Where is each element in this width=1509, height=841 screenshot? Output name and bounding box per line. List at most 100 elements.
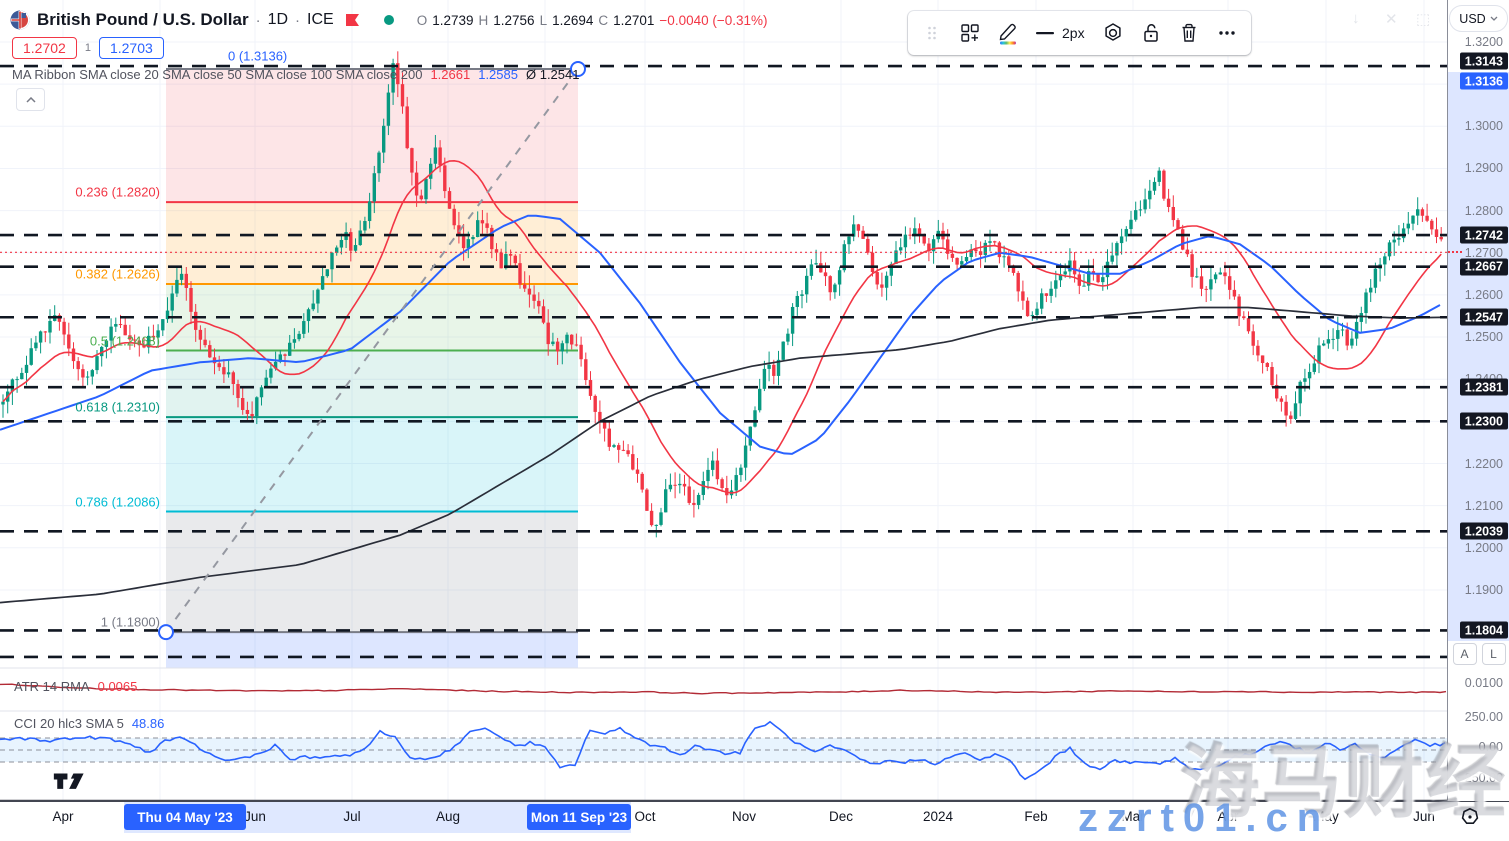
fib-level-label: 0.382 (1.2626) xyxy=(8,266,160,281)
ma-ribbon-sma20-value: 1.2661 xyxy=(430,67,470,82)
fib-level-label: 0.236 (1.2820) xyxy=(8,185,160,200)
collapse-legend-button[interactable] xyxy=(16,88,45,111)
color-picker-pencil-icon[interactable] xyxy=(990,15,1026,51)
time-tick-jun: Jun xyxy=(244,809,266,824)
low-label: L xyxy=(540,13,548,28)
currency-label: USD xyxy=(1459,12,1485,26)
drawing-anchor-handle xyxy=(159,625,173,639)
buy-button[interactable]: 1.2703 xyxy=(99,37,164,59)
time-tick-apr: Apr xyxy=(52,809,73,824)
fib-level-label: 0 (1.3136) xyxy=(228,49,287,64)
date-range-badge[interactable]: Mon 11 Sep '23 xyxy=(527,804,631,830)
interval-label[interactable]: 1D xyxy=(268,11,288,29)
ghost-down-arrow-icon[interactable]: ↓ xyxy=(1352,10,1360,27)
axis-a-button[interactable]: A xyxy=(1453,643,1477,665)
price-tick: 1.2000 xyxy=(1465,541,1503,555)
line-width-value: 2px xyxy=(1062,25,1085,41)
axis-settings-gear-icon[interactable] xyxy=(1458,806,1482,828)
atr-label: ATR 14 RMA xyxy=(14,679,90,694)
cci-label: CCI 20 hlc3 SMA 5 xyxy=(14,716,124,731)
high-label: H xyxy=(479,13,489,28)
axis-button-strip: AL xyxy=(1448,641,1509,667)
price-tick: 1.1900 xyxy=(1465,583,1503,597)
time-tick-may: May xyxy=(1313,809,1339,824)
price-level-label: 1.1804 xyxy=(1460,622,1508,639)
symbol-header: British Pound / U.S. Dollar · 1D · ICE O… xyxy=(10,7,768,33)
price-tick: 1.2600 xyxy=(1465,288,1503,302)
fib-level-label: 1 (1.1800) xyxy=(8,615,160,630)
settings-hexagon-icon[interactable] xyxy=(1095,15,1131,51)
gb-us-flag-icon xyxy=(10,10,30,30)
close-label: C xyxy=(598,13,608,28)
atr-axis-tick: 0.0100 xyxy=(1465,676,1503,690)
time-tick-aug: Aug xyxy=(436,809,460,824)
time-tick-feb: Feb xyxy=(1024,809,1047,824)
tradingview-logo[interactable] xyxy=(53,771,99,795)
chevron-down-icon xyxy=(1490,16,1498,21)
time-tick-jun: Jun xyxy=(1413,809,1435,824)
time-tick-dec: Dec xyxy=(829,809,853,824)
axis-selection-highlight xyxy=(1448,72,1509,641)
last-price-axis-marker xyxy=(1448,251,1462,253)
template-icon[interactable] xyxy=(952,15,988,51)
price-level-label: 1.2742 xyxy=(1460,227,1508,244)
price-tick: 1.2800 xyxy=(1465,204,1503,218)
time-tick-apr: Apr xyxy=(1217,809,1238,824)
red-flag-icon[interactable] xyxy=(345,12,361,28)
market-open-dot-icon[interactable] xyxy=(382,13,396,27)
atr-line xyxy=(0,684,1446,694)
price-level-label: 1.2300 xyxy=(1460,413,1508,430)
bid-ask-row: 1.2702 1 1.2703 xyxy=(12,35,164,61)
drawing-toolbar: 2px xyxy=(908,11,1251,55)
price-drawing-label: 1.3136 xyxy=(1460,73,1508,90)
high-value: 1.2756 xyxy=(493,13,534,28)
cci-value: 48.86 xyxy=(132,716,165,731)
sell-button[interactable]: 1.2702 xyxy=(12,37,77,59)
ghost-close-icon[interactable]: ✕ xyxy=(1385,10,1398,28)
price-tick: 1.2900 xyxy=(1465,161,1503,175)
time-tick-nov: Nov xyxy=(732,809,756,824)
more-options-button[interactable] xyxy=(1209,15,1245,51)
ohlc-readout: O1.2739 H1.2756 L1.2694 C1.2701 −0.0040 … xyxy=(417,13,768,28)
time-axis[interactable]: Apr Jun Jul Aug Oct Nov Dec 2024 Feb Mar Apr May Jun… xyxy=(0,802,1509,833)
time-tick-jul: Jul xyxy=(343,809,360,824)
time-tick-oct: Oct xyxy=(634,809,655,824)
date-range-badge[interactable]: Thu 04 May '23 xyxy=(124,804,246,830)
change-value: −0.0040 (−0.31%) xyxy=(659,13,767,28)
fib-level-label: 0.618 (1.2310) xyxy=(8,400,160,415)
unlock-icon[interactable] xyxy=(1133,15,1169,51)
price-axis[interactable]: 1.32001.31001.30001.29001.28001.27001.26… xyxy=(1447,0,1509,801)
spread-value: 1 xyxy=(85,42,91,54)
symbol-title[interactable]: British Pound / U.S. Dollar xyxy=(37,10,249,30)
price-tick: 1.3000 xyxy=(1465,119,1503,133)
ma-ribbon-sma50-value: 1.2585 xyxy=(478,67,518,82)
atr-value: 0.0065 xyxy=(98,679,138,694)
ma-ribbon-avg-value: Ø 1.2541 xyxy=(526,67,580,82)
cci-status[interactable]: CCI 20 hlc3 SMA 5 48.86 xyxy=(14,716,164,731)
axis-l-button[interactable]: L xyxy=(1482,643,1506,665)
fib-level-label: 0.5 (1.2468) xyxy=(8,333,160,348)
delete-icon[interactable] xyxy=(1171,15,1207,51)
price-level-label: 1.2381 xyxy=(1460,379,1508,396)
ghost-maximize-icon[interactable]: ⬚ xyxy=(1416,10,1430,28)
price-tick: 1.3200 xyxy=(1465,35,1503,49)
price-tick: 1.2100 xyxy=(1465,499,1503,513)
price-tick: 1.2500 xyxy=(1465,330,1503,344)
currency-dropdown[interactable]: USD xyxy=(1449,5,1508,32)
open-label: O xyxy=(417,13,428,28)
time-tick-mar: Mar xyxy=(1121,809,1144,824)
ma-ribbon-label: MA Ribbon SMA close 20 SMA close 50 SMA … xyxy=(12,67,422,82)
price-level-label: 1.2547 xyxy=(1460,309,1508,326)
cci-axis-tick: −250.00 xyxy=(1457,771,1503,785)
fib-retracement-drawing[interactable] xyxy=(166,69,578,668)
atr-status[interactable]: ATR 14 RMA 0.0065 xyxy=(14,679,137,694)
line-width-button[interactable]: 2px xyxy=(1028,25,1093,41)
open-value: 1.2739 xyxy=(432,13,473,28)
toolbar-drag-handle[interactable] xyxy=(914,15,950,51)
fib-level-label: 0.786 (1.2086) xyxy=(8,494,160,509)
ma-ribbon-status[interactable]: MA Ribbon SMA close 20 SMA close 50 SMA … xyxy=(12,67,579,82)
low-value: 1.2694 xyxy=(552,13,593,28)
cci-axis-tick: 0.00 xyxy=(1479,740,1503,754)
time-tick-2024: 2024 xyxy=(923,809,953,824)
chart-canvas[interactable] xyxy=(0,0,1509,833)
